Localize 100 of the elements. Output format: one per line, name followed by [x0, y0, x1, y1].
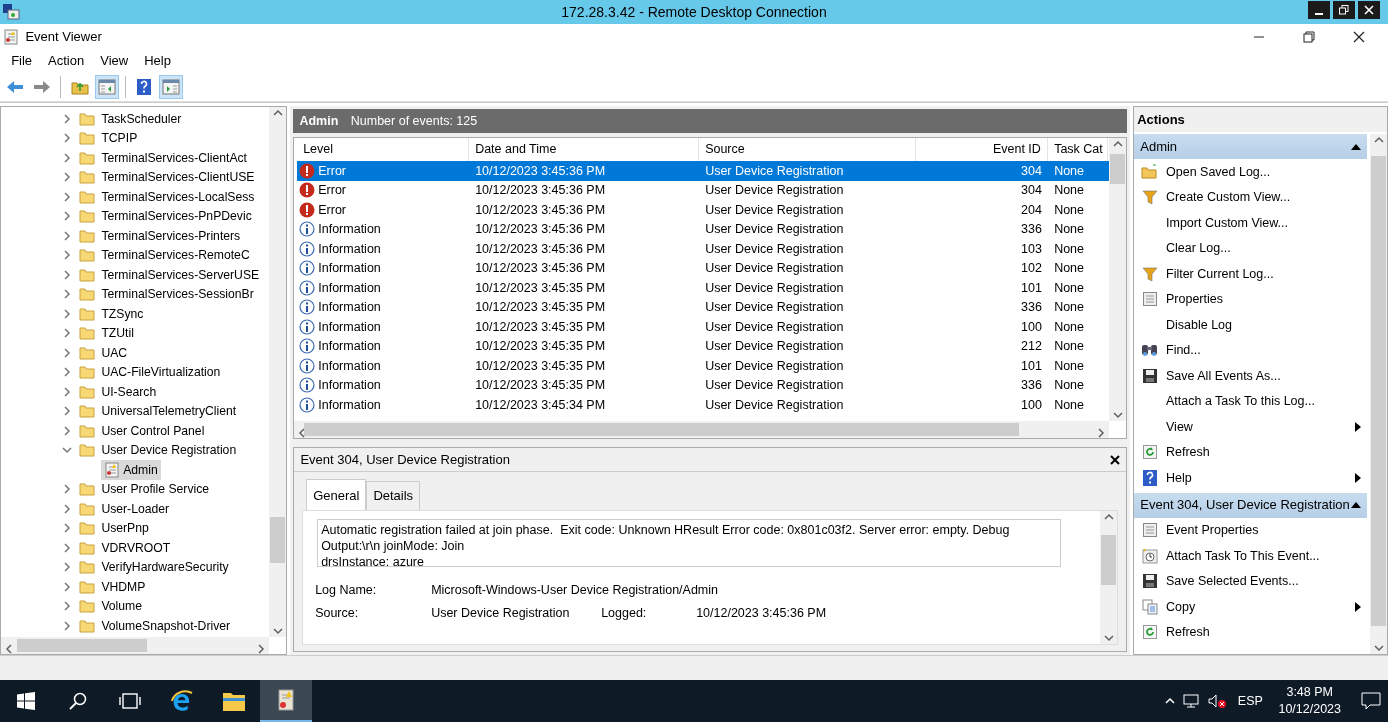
command-link[interactable]: Import Custom View...	[1134, 210, 1367, 236]
tree-item[interactable]: VolumeSnapshot-Driver	[98, 615, 234, 637]
event-row[interactable]: Information 10/12/2023 3:45:35 PM User Device Registration 336 None	[297, 375, 1110, 396]
scrollbar-thumb[interactable]	[1101, 534, 1117, 585]
menu-item[interactable]: Action	[40, 51, 93, 71]
expand-icon[interactable]	[61, 346, 73, 359]
event-row[interactable]: Information 10/12/2023 3:45:34 PM User Device Registration 100 None	[297, 395, 1110, 415]
toolbar-button[interactable]	[94, 74, 119, 99]
toolbar-button[interactable]	[159, 74, 183, 99]
tree-item[interactable]: UniversalTelemetryClient	[98, 401, 240, 422]
tree-item[interactable]: User Profile Service	[98, 479, 213, 500]
expand-icon[interactable]	[61, 385, 73, 398]
expand-icon[interactable]	[61, 522, 73, 535]
start-icon[interactable]	[17, 692, 35, 710]
expand-icon[interactable]	[61, 366, 73, 379]
expand-icon[interactable]	[61, 483, 73, 496]
muted-volume-icon[interactable]	[1208, 693, 1229, 709]
expand-icon[interactable]	[61, 249, 73, 262]
event-row[interactable]: Information 10/12/2023 3:45:35 PM User Device Registration 336 None	[297, 297, 1110, 318]
horizontal-scrollbar[interactable]	[294, 421, 1110, 439]
command-link[interactable]: Refresh	[1134, 619, 1367, 646]
expand-icon[interactable]	[61, 619, 73, 632]
log-icon[interactable]	[276, 688, 296, 712]
expand-icon[interactable]	[61, 405, 73, 418]
command-link[interactable]: Find...	[1134, 337, 1367, 364]
tree-item[interactable]: TerminalServices-ClientUSE	[98, 167, 258, 188]
expand-icon[interactable]	[61, 190, 73, 203]
event-row[interactable]: Information 10/12/2023 3:45:36 PM User Device Registration 336 None	[297, 219, 1110, 240]
tree-item[interactable]: User Control Panel	[98, 420, 208, 442]
restore-button[interactable]	[1333, 1, 1355, 19]
menu-item[interactable]: View	[92, 51, 137, 71]
tree-item[interactable]: TZUtil	[98, 323, 137, 344]
menu-item[interactable]: Help	[136, 51, 179, 71]
browser-e-icon[interactable]	[170, 689, 194, 713]
vertical-scrollbar[interactable]	[1370, 134, 1387, 654]
expand-icon[interactable]	[61, 112, 73, 125]
horizontal-scrollbar[interactable]	[1, 637, 269, 654]
tree-item[interactable]: TerminalServices-ClientAct	[98, 147, 250, 169]
command-link[interactable]: Filter Current Log...	[1134, 261, 1367, 287]
tree-item[interactable]: UserPnp	[98, 518, 152, 539]
close-button[interactable]	[1358, 1, 1380, 19]
scrollbar-thumb[interactable]	[1110, 154, 1126, 185]
expand-icon[interactable]	[61, 288, 73, 301]
search-icon[interactable]	[69, 692, 87, 710]
section-header[interactable]: Admin	[1134, 134, 1367, 160]
expand-icon[interactable]	[61, 151, 73, 164]
section-header[interactable]: Event 304, User Device Registration	[1134, 492, 1367, 518]
tree-item[interactable]: VerifyHardwareSecurity	[98, 557, 232, 578]
event-row[interactable]: Information 10/12/2023 3:45:35 PM User Device Registration 212 None	[297, 336, 1110, 357]
command-link[interactable]: Help	[1134, 465, 1367, 491]
event-row[interactable]: Information 10/12/2023 3:45:35 PM User Device Registration 101 None	[297, 356, 1110, 376]
tree-item[interactable]: UAC	[98, 342, 131, 364]
tree-item[interactable]: User Device Registration	[98, 440, 240, 461]
expand-icon[interactable]	[61, 600, 73, 613]
notifications-icon[interactable]	[1359, 691, 1382, 711]
expand-icon[interactable]	[61, 268, 73, 281]
tree-item[interactable]: TerminalServices-RemoteC	[98, 245, 253, 266]
expand-icon[interactable]	[61, 229, 73, 242]
tree-item[interactable]: User-Loader	[98, 498, 173, 520]
command-link[interactable]: Save Selected Events...	[1134, 568, 1367, 595]
expand-icon[interactable]	[61, 502, 73, 515]
tree-item[interactable]: VHDMP	[98, 576, 149, 598]
command-link[interactable]: View	[1134, 414, 1367, 440]
event-row[interactable]: Information 10/12/2023 3:45:36 PM User Device Registration 102 None	[297, 258, 1110, 279]
expand-icon[interactable]	[61, 541, 73, 554]
tree-item[interactable]: UAC-FileVirtualization	[98, 362, 224, 383]
scroll-left-icon[interactable]	[3, 642, 15, 654]
event-row[interactable]: Information 10/12/2023 3:45:35 PM User Device Registration 100 None	[297, 317, 1110, 337]
expand-icon[interactable]	[61, 561, 73, 574]
command-link[interactable]: Copy	[1134, 594, 1367, 620]
restore-icon[interactable]	[1302, 31, 1315, 43]
tab[interactable]: Details	[366, 481, 421, 510]
tree-item[interactable]: TaskScheduler	[98, 108, 185, 130]
scrollbar-thumb[interactable]	[1371, 156, 1386, 627]
command-link[interactable]: Refresh	[1134, 439, 1367, 466]
expand-icon[interactable]	[61, 424, 73, 437]
command-link[interactable]: Attach Task To This Event...	[1134, 543, 1367, 569]
expand-icon[interactable]	[61, 132, 73, 145]
tree-item[interactable]: TerminalServices-Printers	[98, 225, 244, 247]
event-row[interactable]: Information 10/12/2023 3:45:36 PM User Device Registration 103 None	[297, 239, 1110, 259]
minimize-button[interactable]	[1308, 1, 1330, 19]
command-link[interactable]: Save All Events As...	[1134, 363, 1367, 389]
tree-item[interactable]: TerminalServices-ServerUSE	[98, 264, 263, 286]
expand-icon[interactable]	[61, 327, 73, 340]
scroll-down-icon[interactable]	[1372, 642, 1385, 654]
expand-icon[interactable]	[61, 307, 73, 320]
tree-item[interactable]: VDRVROOT	[98, 537, 174, 559]
command-link[interactable]: Properties	[1134, 286, 1367, 313]
vertical-scrollbar[interactable]	[269, 107, 286, 638]
task-view-icon[interactable]	[119, 692, 141, 710]
event-row[interactable]: Error 10/12/2023 3:45:36 PM User Device Registration 204 None	[297, 200, 1110, 220]
event-row[interactable]: Information 10/12/2023 3:45:35 PM User Device Registration 101 None	[297, 278, 1110, 298]
command-link[interactable]: Create Custom View...	[1134, 184, 1367, 211]
expand-icon[interactable]	[61, 171, 73, 184]
expand-icon[interactable]	[61, 580, 73, 593]
menu-item[interactable]: File	[3, 51, 41, 71]
tree-item[interactable]: TerminalServices-PnPDevic	[98, 206, 255, 227]
scrollbar-thumb[interactable]	[17, 639, 147, 652]
command-link[interactable]: Open Saved Log...	[1134, 159, 1367, 185]
tree-item[interactable]: UI-Search	[98, 381, 160, 403]
